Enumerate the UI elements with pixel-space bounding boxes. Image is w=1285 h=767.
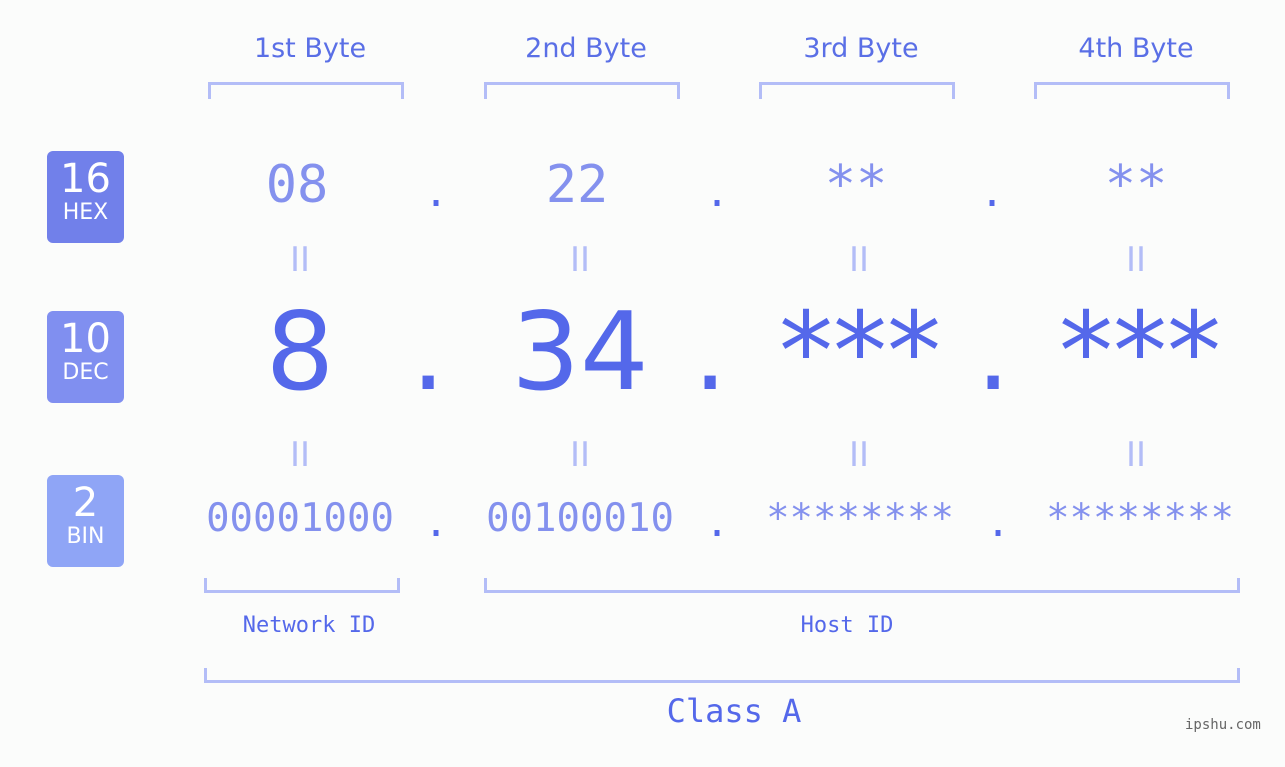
hex-dot-3: . — [980, 170, 1005, 216]
bin-dot-1: . — [424, 500, 449, 546]
dec-byte-2: 34 — [511, 290, 649, 415]
byte-header-2: 2nd Byte — [525, 33, 647, 64]
dec-dot-3: . — [976, 290, 1011, 415]
hex-dot-1: . — [424, 170, 449, 216]
equals-sign: II — [289, 435, 311, 475]
byte-bracket-1 — [208, 82, 404, 99]
network-id-label: Network ID — [242, 613, 376, 638]
bin-dot-3: . — [986, 500, 1011, 546]
hex-byte-2: 22 — [545, 155, 609, 215]
byte-bracket-3 — [759, 82, 955, 99]
equals-sign: II — [569, 435, 591, 475]
byte-header-1: 1st Byte — [253, 33, 367, 64]
dec-label: DEC — [62, 360, 109, 385]
equals-sign: II — [289, 240, 311, 280]
byte-bracket-2 — [484, 82, 680, 99]
byte-header-3: 3rd Byte — [803, 33, 919, 64]
hex-base: 16 — [60, 156, 111, 202]
hex-byte-4: ** — [1104, 155, 1168, 215]
hex-label: HEX — [62, 200, 109, 225]
bin-dot-2: . — [705, 500, 730, 546]
equals-sign: II — [1125, 240, 1147, 280]
equals-sign: II — [569, 240, 591, 280]
dec-byte-1: 8 — [265, 290, 335, 415]
bin-byte-4: ******** — [1046, 496, 1234, 541]
dec-badge: 10 DEC — [47, 311, 124, 403]
bin-label: BIN — [66, 524, 105, 549]
bin-byte-2: 00100010 — [486, 496, 674, 541]
bin-badge: 2 BIN — [47, 475, 124, 567]
host-id-label: Host ID — [800, 613, 894, 638]
class-bracket — [204, 668, 1240, 683]
host-id-bracket — [484, 578, 1240, 593]
byte-bracket-4 — [1034, 82, 1230, 99]
bin-byte-3: ******** — [766, 496, 954, 541]
hex-byte-1: 08 — [265, 155, 329, 215]
bin-base: 2 — [72, 480, 99, 526]
watermark: ipshu.com — [1185, 717, 1261, 733]
equals-sign: II — [1125, 435, 1147, 475]
byte-header-4: 4th Byte — [1078, 33, 1194, 64]
network-id-bracket — [204, 578, 400, 593]
equals-sign: II — [848, 435, 870, 475]
dec-byte-4: *** — [1059, 290, 1221, 415]
dec-dot-1: . — [411, 290, 446, 415]
class-label: Class A — [666, 692, 802, 730]
dec-byte-3: *** — [779, 290, 941, 415]
equals-sign: II — [848, 240, 870, 280]
hex-dot-2: . — [705, 170, 730, 216]
dec-base: 10 — [60, 316, 111, 362]
hex-byte-3: ** — [824, 155, 888, 215]
hex-badge: 16 HEX — [47, 151, 124, 243]
dec-dot-2: . — [693, 290, 728, 415]
bin-byte-1: 00001000 — [206, 496, 394, 541]
